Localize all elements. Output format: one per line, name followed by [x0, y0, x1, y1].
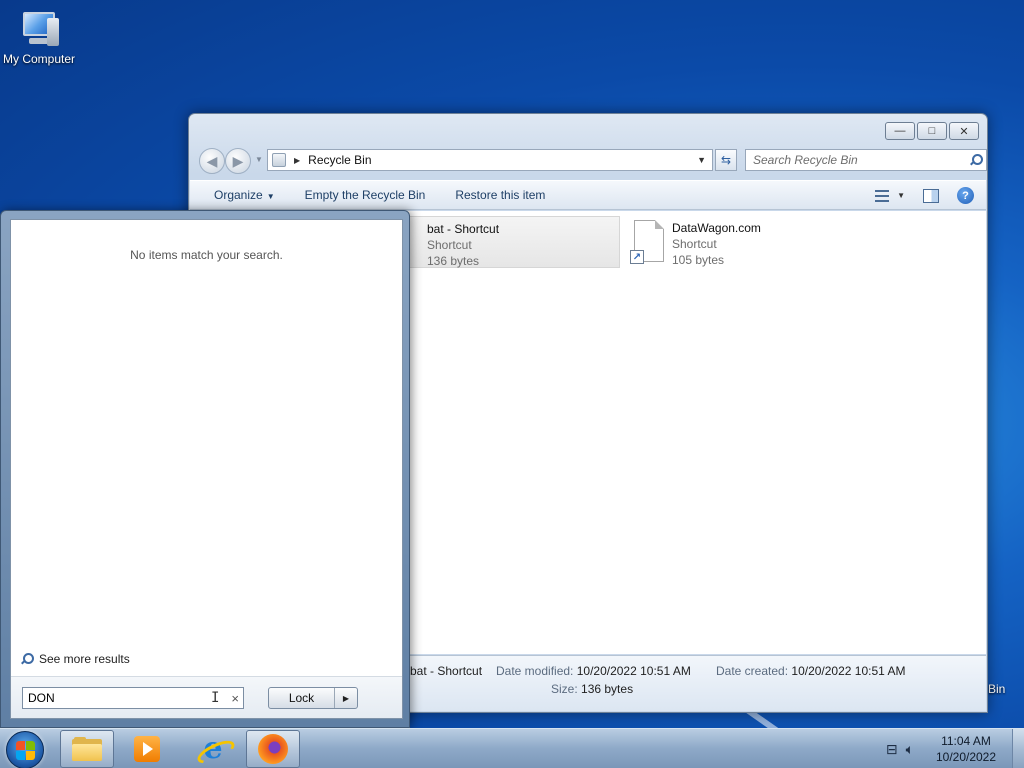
date-modified-value: 10/20/2022 10:51 AM [576, 664, 691, 678]
organize-label: Organize [214, 188, 263, 202]
lock-button[interactable]: Lock [269, 688, 335, 708]
close-button[interactable]: ✕ [949, 122, 979, 140]
navigation-bar: ◀ ▶ ▼ ▶ Recycle Bin ▼ ⇆ [197, 148, 987, 174]
desktop-icon-recycle-bin-label[interactable]: Bin [988, 682, 1005, 696]
firefox-icon [258, 734, 288, 764]
text-cursor-icon: I [210, 690, 220, 706]
power-options-arrow-icon[interactable]: ▶ [335, 688, 357, 708]
window-controls: — □ ✕ [885, 122, 979, 140]
command-bar-right: ▼ ? [875, 187, 974, 204]
media-player-icon [134, 736, 160, 762]
clock[interactable]: 11:04 AM 10/20/2022 [926, 733, 1006, 765]
explorer-search-box[interactable] [745, 149, 987, 171]
shortcut-file-icon: ↗ [630, 220, 664, 264]
chevron-down-icon: ▼ [266, 192, 275, 201]
preview-pane-icon[interactable] [923, 188, 939, 203]
date-modified-label: Date modified: [496, 664, 574, 678]
tray-icons: ⊟ 🔈︎ [886, 741, 914, 758]
shortcut-arrow-icon: ↗ [630, 250, 644, 264]
clock-date: 10/20/2022 [935, 750, 997, 764]
address-bar[interactable]: ▶ Recycle Bin ▼ [267, 149, 713, 171]
show-desktop-button[interactable] [1012, 729, 1024, 768]
chevron-down-icon: ▼ [897, 191, 905, 200]
command-bar: Organize ▼ Empty the Recycle Bin Restore … [190, 180, 986, 210]
file-type: Shortcut [427, 238, 472, 252]
minimize-button[interactable]: — [885, 122, 915, 140]
date-created-label: Date created: [716, 664, 789, 678]
desktop-icon-my-computer[interactable]: My Computer [0, 10, 81, 66]
breadcrumb-recycle-bin[interactable]: Recycle Bin [308, 153, 697, 167]
start-search-box[interactable]: I × [22, 687, 244, 709]
taskbar-explorer-button[interactable] [60, 730, 114, 768]
folder-icon [72, 737, 102, 761]
file-type: Shortcut [672, 237, 717, 251]
start-menu: No items match your search. See more res… [0, 210, 410, 728]
file-name: DataWagon.com [672, 221, 761, 235]
explorer-search-input[interactable] [753, 153, 968, 167]
file-size: 136 bytes [427, 254, 480, 268]
taskbar-firefox-button[interactable] [246, 730, 300, 768]
organize-menu[interactable]: Organize ▼ [214, 188, 275, 202]
details-size: Size: 136 bytes [551, 682, 633, 696]
date-created-value: 10/20/2022 10:51 AM [791, 664, 906, 678]
restore-item-button[interactable]: Restore this item [455, 188, 545, 202]
volume-icon[interactable]: 🔈︎ [906, 741, 914, 758]
clear-search-button[interactable]: × [231, 691, 239, 706]
file-size: 105 bytes [672, 253, 725, 267]
details-date-modified: Date modified: 10/20/2022 10:51 AM [496, 664, 691, 678]
details-date-created: Date created: 10/20/2022 10:51 AM [716, 664, 905, 678]
breadcrumb-chevron-icon[interactable]: ▶ [294, 156, 300, 165]
taskbar-internet-explorer-button[interactable]: e [186, 730, 240, 768]
refresh-button[interactable]: ⇆ [715, 149, 737, 171]
start-search-input[interactable] [28, 691, 211, 705]
taskbar: e ⊟ 🔈︎ 11:04 AM 10/20/2022 [0, 728, 1024, 768]
search-icon[interactable] [968, 153, 983, 167]
internet-explorer-icon: e [198, 734, 228, 764]
system-tray: ⊟ 🔈︎ 11:04 AM 10/20/2022 [886, 729, 1024, 768]
file-name: bat - Shortcut [427, 222, 500, 236]
forward-button[interactable]: ▶ [225, 148, 251, 174]
no-results-message: No items match your search. [130, 248, 283, 262]
network-icon[interactable]: ⊟ [886, 741, 898, 758]
see-more-results-link[interactable]: See more results [19, 652, 130, 666]
maximize-button[interactable]: □ [917, 122, 947, 140]
file-item-text: bat - Shortcut Shortcut 136 bytes [427, 217, 500, 268]
start-button[interactable] [6, 731, 44, 768]
size-value: 136 bytes [581, 682, 634, 696]
file-item-text: DataWagon.com Shortcut 105 bytes [672, 216, 761, 268]
see-more-results-label: See more results [39, 652, 130, 666]
taskbar-media-player-button[interactable] [120, 730, 174, 768]
start-menu-results-panel: No items match your search. See more res… [10, 219, 403, 719]
desktop-icon-label: My Computer [2, 52, 76, 66]
empty-recycle-bin-button[interactable]: Empty the Recycle Bin [305, 188, 426, 202]
change-view-button[interactable]: ▼ [875, 189, 905, 203]
power-button-group: Lock ▶ [268, 687, 358, 709]
computer-icon [17, 10, 61, 48]
file-item-datawagon[interactable]: ↗ DataWagon.com Shortcut 105 bytes [624, 216, 884, 268]
recycle-bin-icon [272, 153, 286, 167]
size-label: Size: [551, 682, 578, 696]
view-options-icon [875, 189, 891, 203]
back-button[interactable]: ◀ [199, 148, 225, 174]
search-icon [19, 652, 34, 666]
help-icon[interactable]: ? [957, 187, 974, 204]
details-file-name: bat - Shortcut [410, 664, 483, 678]
recent-pages-dropdown[interactable]: ▼ [255, 155, 263, 164]
clock-time: 11:04 AM [941, 734, 991, 748]
address-history-dropdown-icon[interactable]: ▼ [697, 155, 706, 165]
start-menu-bottom-bar: I × Lock ▶ [11, 677, 402, 718]
